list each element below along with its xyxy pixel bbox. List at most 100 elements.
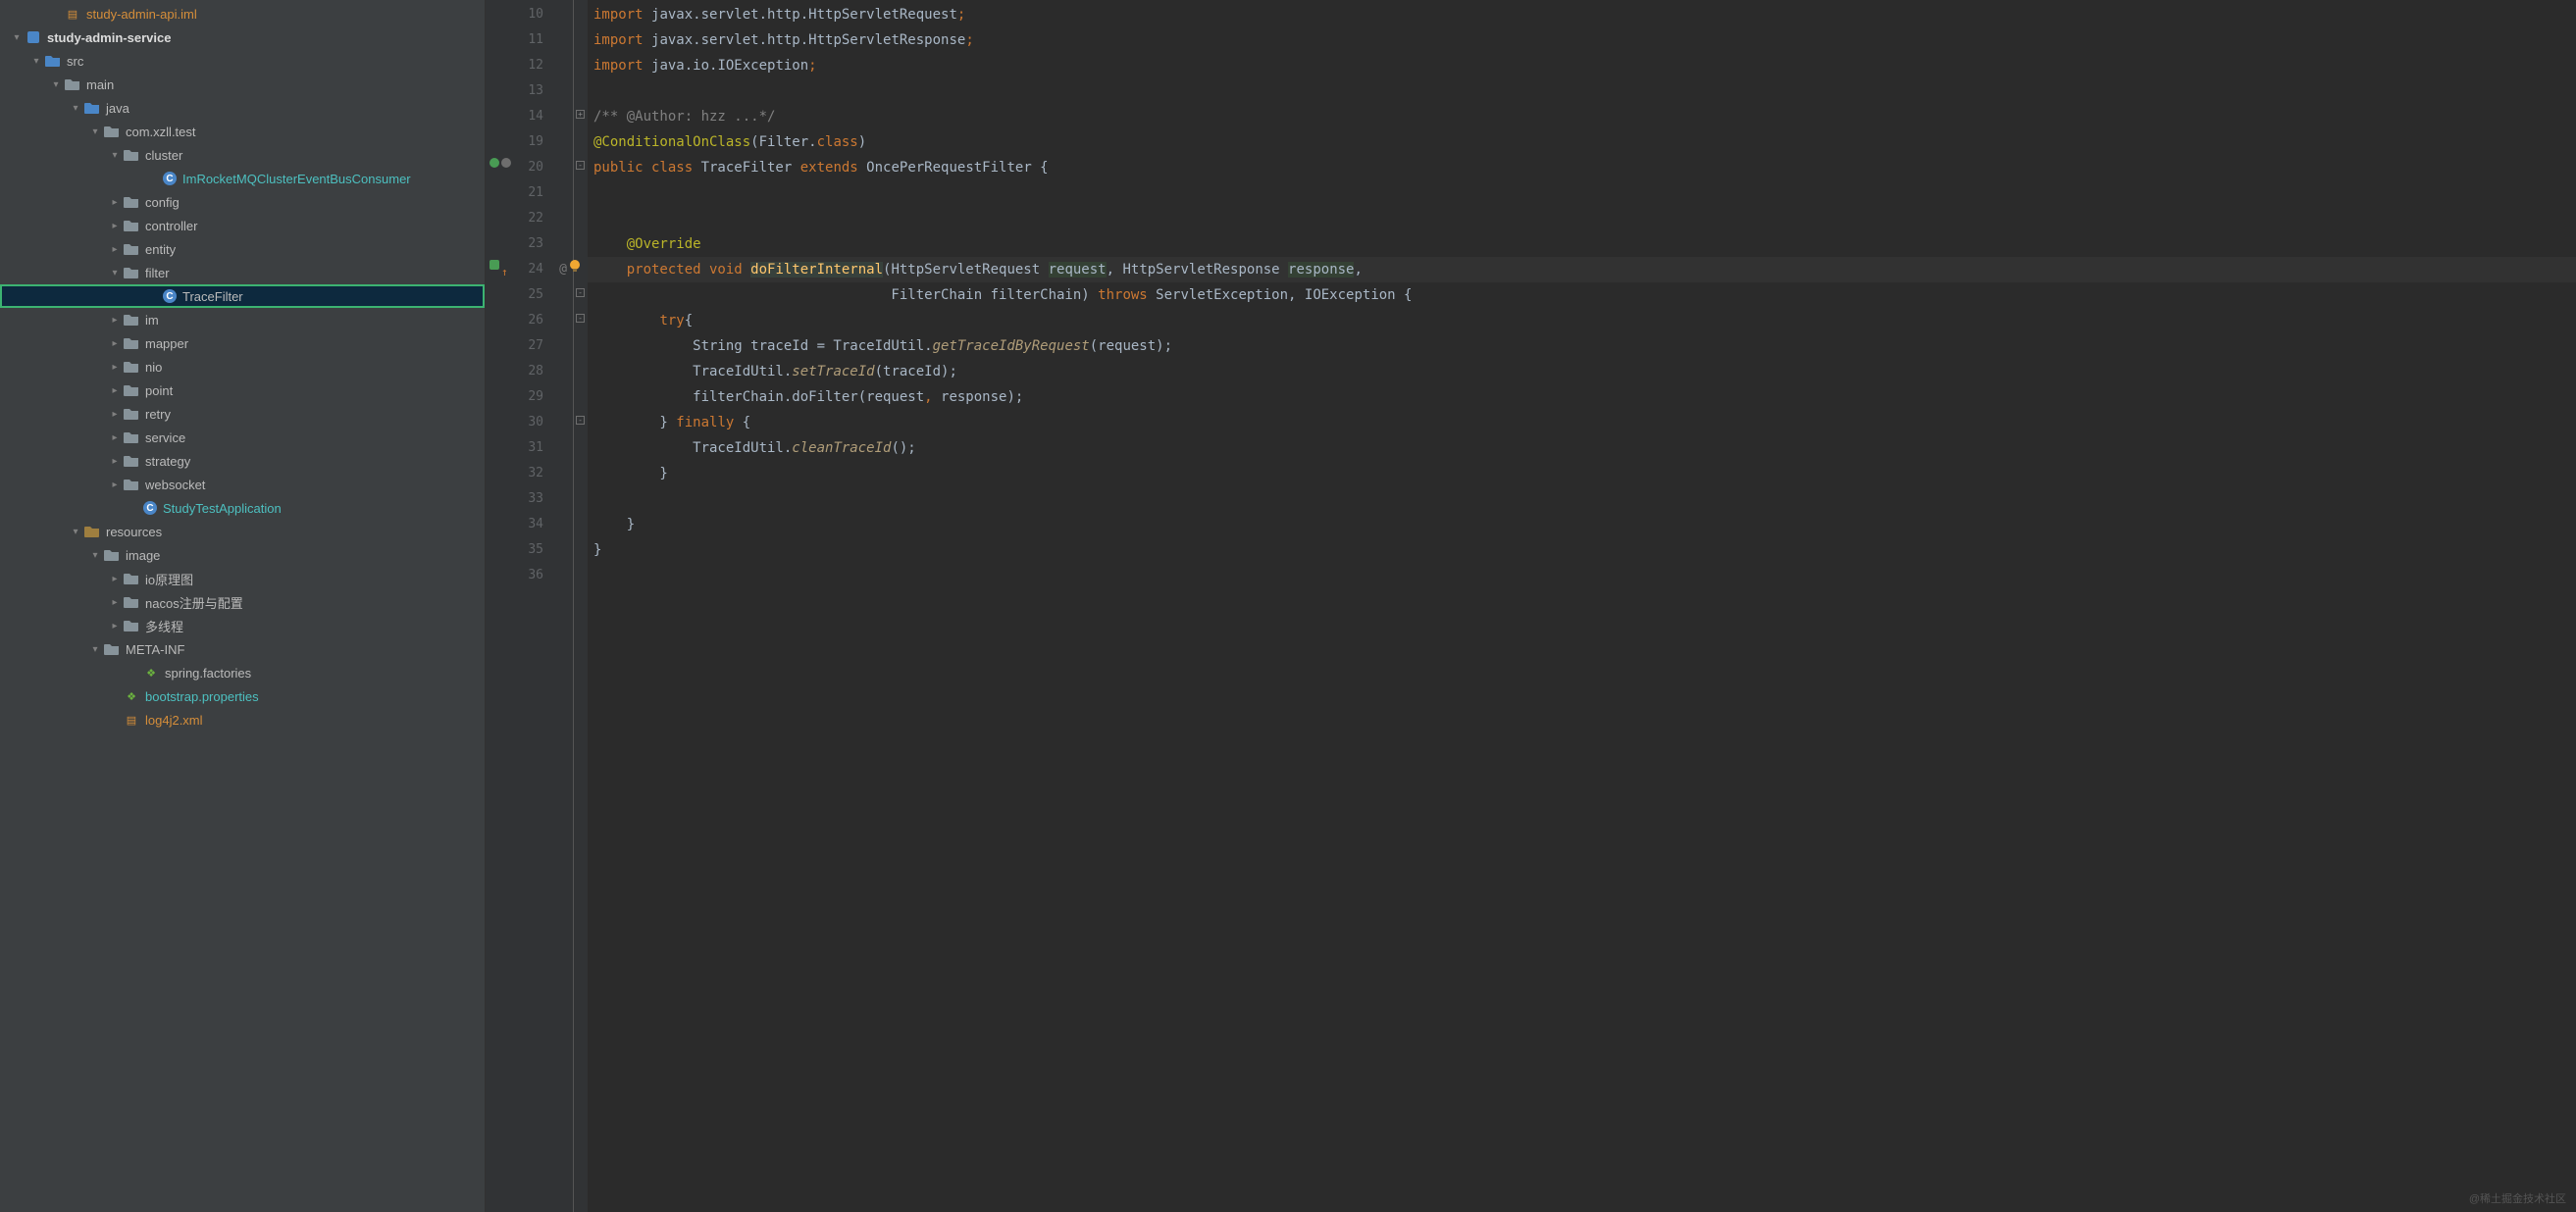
line-number[interactable]: 11 (486, 27, 573, 53)
expand-arrow-icon[interactable]: ▸ (108, 430, 122, 444)
tree-item[interactable]: ▾image (0, 543, 485, 567)
code-line[interactable]: filterChain.doFilter(request, response); (588, 384, 2576, 410)
line-number[interactable]: 21 (486, 180, 573, 206)
fold-toggle-icon[interactable]: - (576, 416, 585, 425)
code-area[interactable]: import javax.servlet.http.HttpServletReq… (588, 0, 2576, 1212)
expand-arrow-icon[interactable]: ▸ (108, 242, 122, 256)
code-line[interactable] (588, 486, 2576, 512)
tree-item[interactable]: ▸websocket (0, 473, 485, 496)
run-gutter-icon[interactable] (489, 158, 499, 168)
code-line[interactable]: } (588, 461, 2576, 486)
expand-arrow-icon[interactable]: ▸ (108, 195, 122, 209)
expand-arrow-icon[interactable] (108, 689, 122, 703)
tree-item[interactable]: ▸config (0, 190, 485, 214)
tree-item[interactable]: ▤study-admin-api.iml (0, 2, 485, 25)
code-line[interactable] (588, 78, 2576, 104)
tree-item[interactable]: ▸entity (0, 237, 485, 261)
expand-arrow-icon[interactable]: ▾ (88, 125, 102, 138)
fold-toggle-icon[interactable]: - (576, 288, 585, 297)
tree-item[interactable]: ▸nacos注册与配置 (0, 590, 485, 614)
expand-arrow-icon[interactable]: ▸ (108, 407, 122, 421)
fold-toggle-icon[interactable]: + (576, 110, 585, 119)
expand-arrow-icon[interactable] (128, 501, 141, 515)
override-gutter-icon[interactable] (489, 260, 499, 270)
tree-item[interactable]: ▤log4j2.xml (0, 708, 485, 732)
tree-item[interactable]: ▾com.xzll.test (0, 120, 485, 143)
tree-item[interactable]: ▸io原理图 (0, 567, 485, 590)
expand-arrow-icon[interactable]: ▸ (108, 572, 122, 585)
tree-item[interactable]: ▾META-INF (0, 637, 485, 661)
tree-item[interactable]: CImRocketMQClusterEventBusConsumer (0, 167, 485, 190)
tree-item[interactable]: CStudyTestApplication (0, 496, 485, 520)
expand-arrow-icon[interactable]: ▸ (108, 313, 122, 327)
code-line[interactable] (588, 563, 2576, 588)
code-line[interactable]: } finally { (588, 410, 2576, 435)
tree-item[interactable]: ▾study-admin-service (0, 25, 485, 49)
code-line[interactable]: public class TraceFilter extends OncePer… (588, 155, 2576, 180)
expand-arrow-icon[interactable]: ▾ (108, 148, 122, 162)
expand-arrow-icon[interactable]: ▸ (108, 619, 122, 632)
code-line[interactable]: String traceId = TraceIdUtil.getTraceIdB… (588, 333, 2576, 359)
line-number[interactable]: 25 (486, 282, 573, 308)
expand-arrow-icon[interactable]: ▸ (108, 336, 122, 350)
line-number[interactable]: 30 (486, 410, 573, 435)
code-line[interactable]: TraceIdUtil.cleanTraceId(); (588, 435, 2576, 461)
expand-arrow-icon[interactable]: ▾ (108, 266, 122, 279)
tree-item[interactable]: ▾java (0, 96, 485, 120)
expand-arrow-icon[interactable]: ▾ (29, 54, 43, 68)
tree-item[interactable]: ▸strategy (0, 449, 485, 473)
tree-item[interactable]: ▸im (0, 308, 485, 331)
line-number[interactable]: 14 (486, 104, 573, 129)
code-line[interactable]: @Override (588, 231, 2576, 257)
tree-item[interactable]: ▾main (0, 73, 485, 96)
tree-item[interactable]: ▸多线程 (0, 614, 485, 637)
tree-item[interactable]: ▾resources (0, 520, 485, 543)
line-number[interactable]: 22 (486, 206, 573, 231)
code-line[interactable]: protected void doFilterInternal(HttpServ… (588, 257, 2576, 282)
fold-toggle-icon[interactable]: - (576, 314, 585, 323)
line-number[interactable]: 23 (486, 231, 573, 257)
code-line[interactable]: TraceIdUtil.setTraceId(traceId); (588, 359, 2576, 384)
expand-arrow-icon[interactable]: ▾ (69, 101, 82, 115)
code-line[interactable]: } (588, 512, 2576, 537)
tree-item[interactable]: ▾filter (0, 261, 485, 284)
tree-item[interactable]: ▸service (0, 426, 485, 449)
line-number[interactable]: 27 (486, 333, 573, 359)
expand-arrow-icon[interactable] (147, 289, 161, 303)
code-line[interactable]: try{ (588, 308, 2576, 333)
line-number[interactable]: 32 (486, 461, 573, 486)
line-number[interactable]: 12 (486, 53, 573, 78)
tree-item[interactable]: ▾src (0, 49, 485, 73)
expand-arrow-icon[interactable]: ▾ (10, 30, 24, 44)
line-number[interactable]: 31 (486, 435, 573, 461)
expand-arrow-icon[interactable]: ▸ (108, 360, 122, 374)
expand-arrow-icon[interactable]: ▸ (108, 478, 122, 491)
code-line[interactable]: } (588, 537, 2576, 563)
project-tree[interactable]: ▤study-admin-api.iml▾study-admin-service… (0, 0, 486, 1212)
line-number[interactable]: 36 (486, 563, 573, 588)
code-line[interactable] (588, 180, 2576, 206)
tree-item[interactable]: ❖bootstrap.properties (0, 684, 485, 708)
tree-item[interactable]: ▾cluster (0, 143, 485, 167)
tree-item[interactable]: ▸retry (0, 402, 485, 426)
expand-arrow-icon[interactable]: ▸ (108, 219, 122, 232)
tree-item[interactable]: CTraceFilter (0, 284, 485, 308)
line-number[interactable]: 10 (486, 2, 573, 27)
tree-item[interactable]: ▸nio (0, 355, 485, 379)
expand-arrow-icon[interactable]: ▾ (88, 642, 102, 656)
expand-arrow-icon[interactable]: ▾ (69, 525, 82, 538)
expand-arrow-icon[interactable] (108, 713, 122, 727)
line-number[interactable]: 19 (486, 129, 573, 155)
bean-gutter-icon[interactable] (501, 158, 511, 168)
line-number[interactable]: 13 (486, 78, 573, 104)
code-line[interactable]: /** @Author: hzz ...*/ (588, 104, 2576, 129)
code-line[interactable]: import javax.servlet.http.HttpServletReq… (588, 2, 2576, 27)
line-number[interactable]: 20 (486, 155, 573, 180)
tree-item[interactable]: ❖spring.factories (0, 661, 485, 684)
line-number[interactable]: 26 (486, 308, 573, 333)
expand-arrow-icon[interactable]: ▸ (108, 383, 122, 397)
expand-arrow-icon[interactable]: ▾ (49, 77, 63, 91)
code-line[interactable]: @ConditionalOnClass(Filter.class) (588, 129, 2576, 155)
tree-item[interactable]: ▸point (0, 379, 485, 402)
code-line[interactable] (588, 206, 2576, 231)
